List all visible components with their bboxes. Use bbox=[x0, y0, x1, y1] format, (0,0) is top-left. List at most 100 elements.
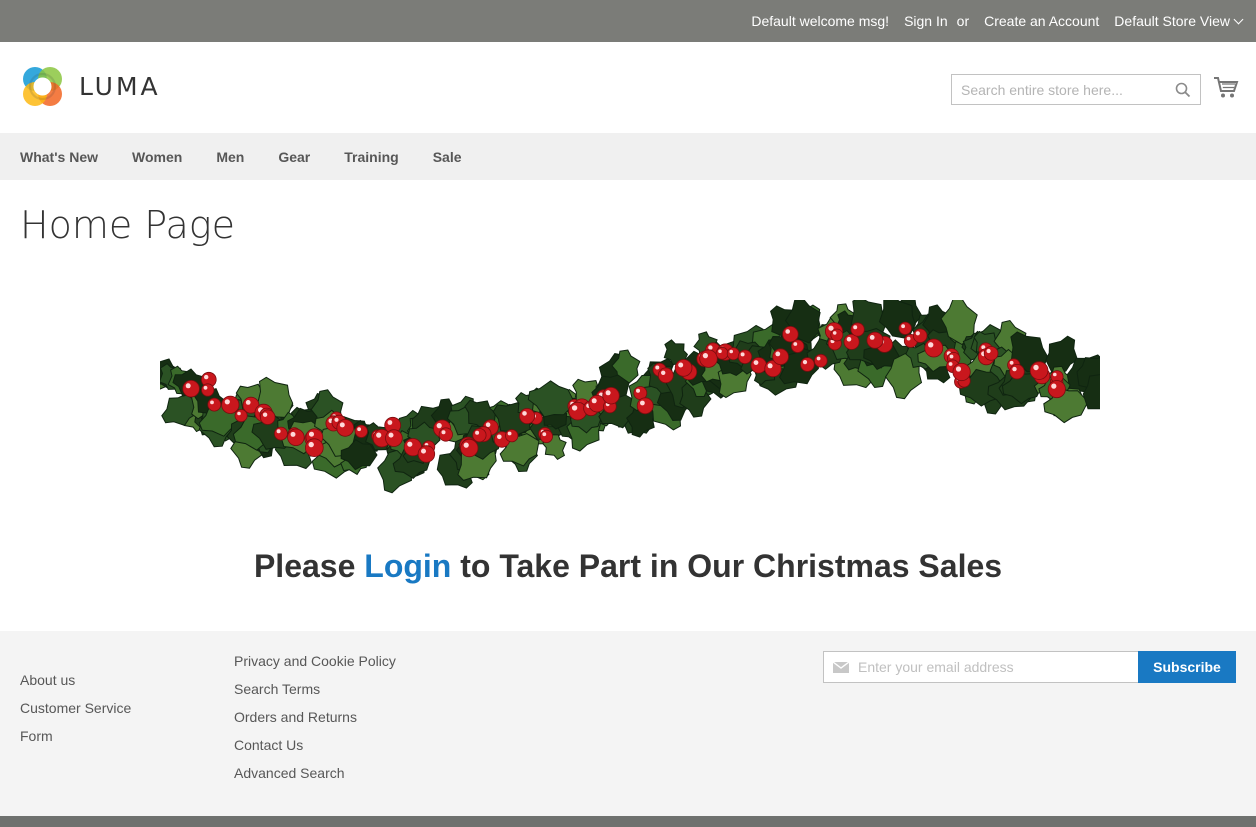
berry-highlight bbox=[740, 352, 745, 357]
promo-text-after: to Take Part in Our Christmas Sales bbox=[460, 548, 1003, 584]
promo-login-link[interactable]: Login bbox=[364, 548, 451, 584]
berry-highlight bbox=[832, 331, 837, 335]
footer-link-about-us[interactable]: About us bbox=[20, 671, 131, 699]
nav-item-women[interactable]: Women bbox=[132, 149, 182, 165]
holly-berry bbox=[737, 349, 753, 365]
holly-berry bbox=[305, 438, 324, 458]
holly-berry bbox=[472, 428, 487, 443]
berry-highlight bbox=[846, 336, 852, 342]
footer-link-customer-service[interactable]: Customer Service bbox=[20, 699, 131, 727]
welcome-message: Default welcome msg! bbox=[751, 13, 890, 29]
footer-link-orders-returns[interactable]: Orders and Returns bbox=[234, 708, 396, 736]
berry-highlight bbox=[571, 405, 578, 411]
berry-highlight bbox=[636, 388, 640, 393]
berry-highlight bbox=[224, 399, 230, 405]
footer-link-privacy-policy[interactable]: Privacy and Cookie Policy bbox=[234, 652, 396, 680]
or-text: or bbox=[956, 13, 970, 29]
holly-berry bbox=[182, 379, 200, 398]
sign-in-link[interactable]: Sign In bbox=[904, 13, 948, 29]
mail-icon bbox=[833, 662, 849, 673]
luma-logo-icon bbox=[23, 67, 62, 106]
berry-highlight bbox=[655, 365, 660, 370]
search-icon[interactable] bbox=[1175, 82, 1191, 98]
holly-berry bbox=[726, 347, 740, 361]
holly-berry bbox=[843, 333, 860, 350]
berry-highlight bbox=[853, 325, 858, 330]
berry-highlight bbox=[678, 362, 684, 368]
berry-highlight bbox=[1009, 360, 1014, 365]
newsletter-email-input[interactable] bbox=[858, 652, 1136, 682]
main-navigation: What's New Women Men Gear Training Sale bbox=[0, 133, 1256, 180]
holly-berry bbox=[866, 331, 884, 349]
nav-item-gear[interactable]: Gear bbox=[278, 149, 310, 165]
berry-highlight bbox=[421, 448, 426, 454]
berry-highlight bbox=[339, 422, 345, 428]
nav-item-training[interactable]: Training bbox=[344, 149, 398, 165]
berry-highlight bbox=[485, 422, 491, 427]
holly-berry bbox=[782, 326, 799, 343]
cart-icon[interactable] bbox=[1213, 76, 1239, 100]
holly-berry bbox=[830, 328, 844, 342]
page-title: Home Page bbox=[20, 203, 235, 247]
berry-highlight bbox=[708, 345, 713, 350]
newsletter-form: Subscribe bbox=[823, 651, 1236, 683]
christmas-promo-heading: Please Login to Take Part in Our Christm… bbox=[0, 548, 1256, 585]
search-form bbox=[951, 74, 1201, 105]
store-switcher[interactable]: Default Store View bbox=[1114, 13, 1244, 29]
berry-highlight bbox=[262, 412, 268, 417]
holly-berry bbox=[438, 427, 453, 442]
holly-berry bbox=[221, 395, 240, 414]
berry-highlight bbox=[463, 442, 469, 448]
holly-berry bbox=[913, 328, 928, 343]
subscribe-button[interactable]: Subscribe bbox=[1138, 651, 1236, 683]
berry-highlight bbox=[729, 349, 733, 354]
store-view-label: Default Store View bbox=[1114, 13, 1230, 29]
footer-links-col1: About us Customer Service Form bbox=[20, 671, 131, 755]
nav-item-sale[interactable]: Sale bbox=[433, 149, 462, 165]
berry-highlight bbox=[308, 441, 314, 448]
holly-berry bbox=[505, 429, 519, 443]
create-account-link[interactable]: Create an Account bbox=[984, 13, 1099, 29]
berry-highlight bbox=[475, 430, 480, 435]
holly-berry bbox=[1009, 363, 1025, 380]
berry-highlight bbox=[785, 329, 790, 334]
berry-highlight bbox=[802, 360, 808, 365]
holly-berry bbox=[207, 397, 222, 412]
berry-highlight bbox=[407, 441, 413, 447]
berry-highlight bbox=[591, 398, 597, 404]
berry-highlight bbox=[497, 434, 502, 440]
nav-item-men[interactable]: Men bbox=[216, 149, 244, 165]
holly-berry bbox=[636, 397, 654, 415]
berry-highlight bbox=[640, 400, 645, 406]
berry-highlight bbox=[309, 431, 314, 437]
holly-berry bbox=[850, 322, 865, 337]
holly-berry bbox=[1029, 361, 1049, 380]
berry-highlight bbox=[522, 411, 527, 416]
holly-berry bbox=[813, 353, 828, 368]
berry-highlight bbox=[210, 400, 214, 405]
holly-berry bbox=[800, 357, 815, 372]
search-input[interactable] bbox=[952, 75, 1167, 104]
berry-highlight bbox=[245, 400, 251, 405]
berry-highlight bbox=[702, 353, 709, 359]
berry-highlight bbox=[290, 431, 296, 437]
holly-berry bbox=[602, 386, 620, 405]
holly-berry bbox=[699, 349, 718, 368]
holly-berry bbox=[287, 428, 305, 447]
footer-link-form[interactable]: Form bbox=[20, 727, 131, 755]
page-footer: About us Customer Service Form Privacy a… bbox=[0, 631, 1256, 816]
footer-link-advanced-search[interactable]: Advanced Search bbox=[234, 764, 396, 792]
berry-highlight bbox=[948, 362, 953, 366]
footer-link-contact-us[interactable]: Contact Us bbox=[234, 736, 396, 764]
nav-item-whats-new[interactable]: What's New bbox=[20, 149, 98, 165]
footer-link-search-terms[interactable]: Search Terms bbox=[234, 680, 396, 708]
header-links: Default welcome msg! Sign In or Create a… bbox=[736, 0, 1244, 42]
berry-highlight bbox=[986, 348, 991, 354]
logo-link[interactable]: LUMA bbox=[20, 64, 161, 109]
top-panel: Default welcome msg! Sign In or Create a… bbox=[0, 0, 1256, 42]
berry-highlight bbox=[955, 366, 962, 372]
holly-berry bbox=[460, 439, 479, 458]
copyright-bar bbox=[0, 816, 1256, 827]
holly-berry bbox=[750, 357, 767, 374]
holly-berry bbox=[417, 445, 436, 463]
